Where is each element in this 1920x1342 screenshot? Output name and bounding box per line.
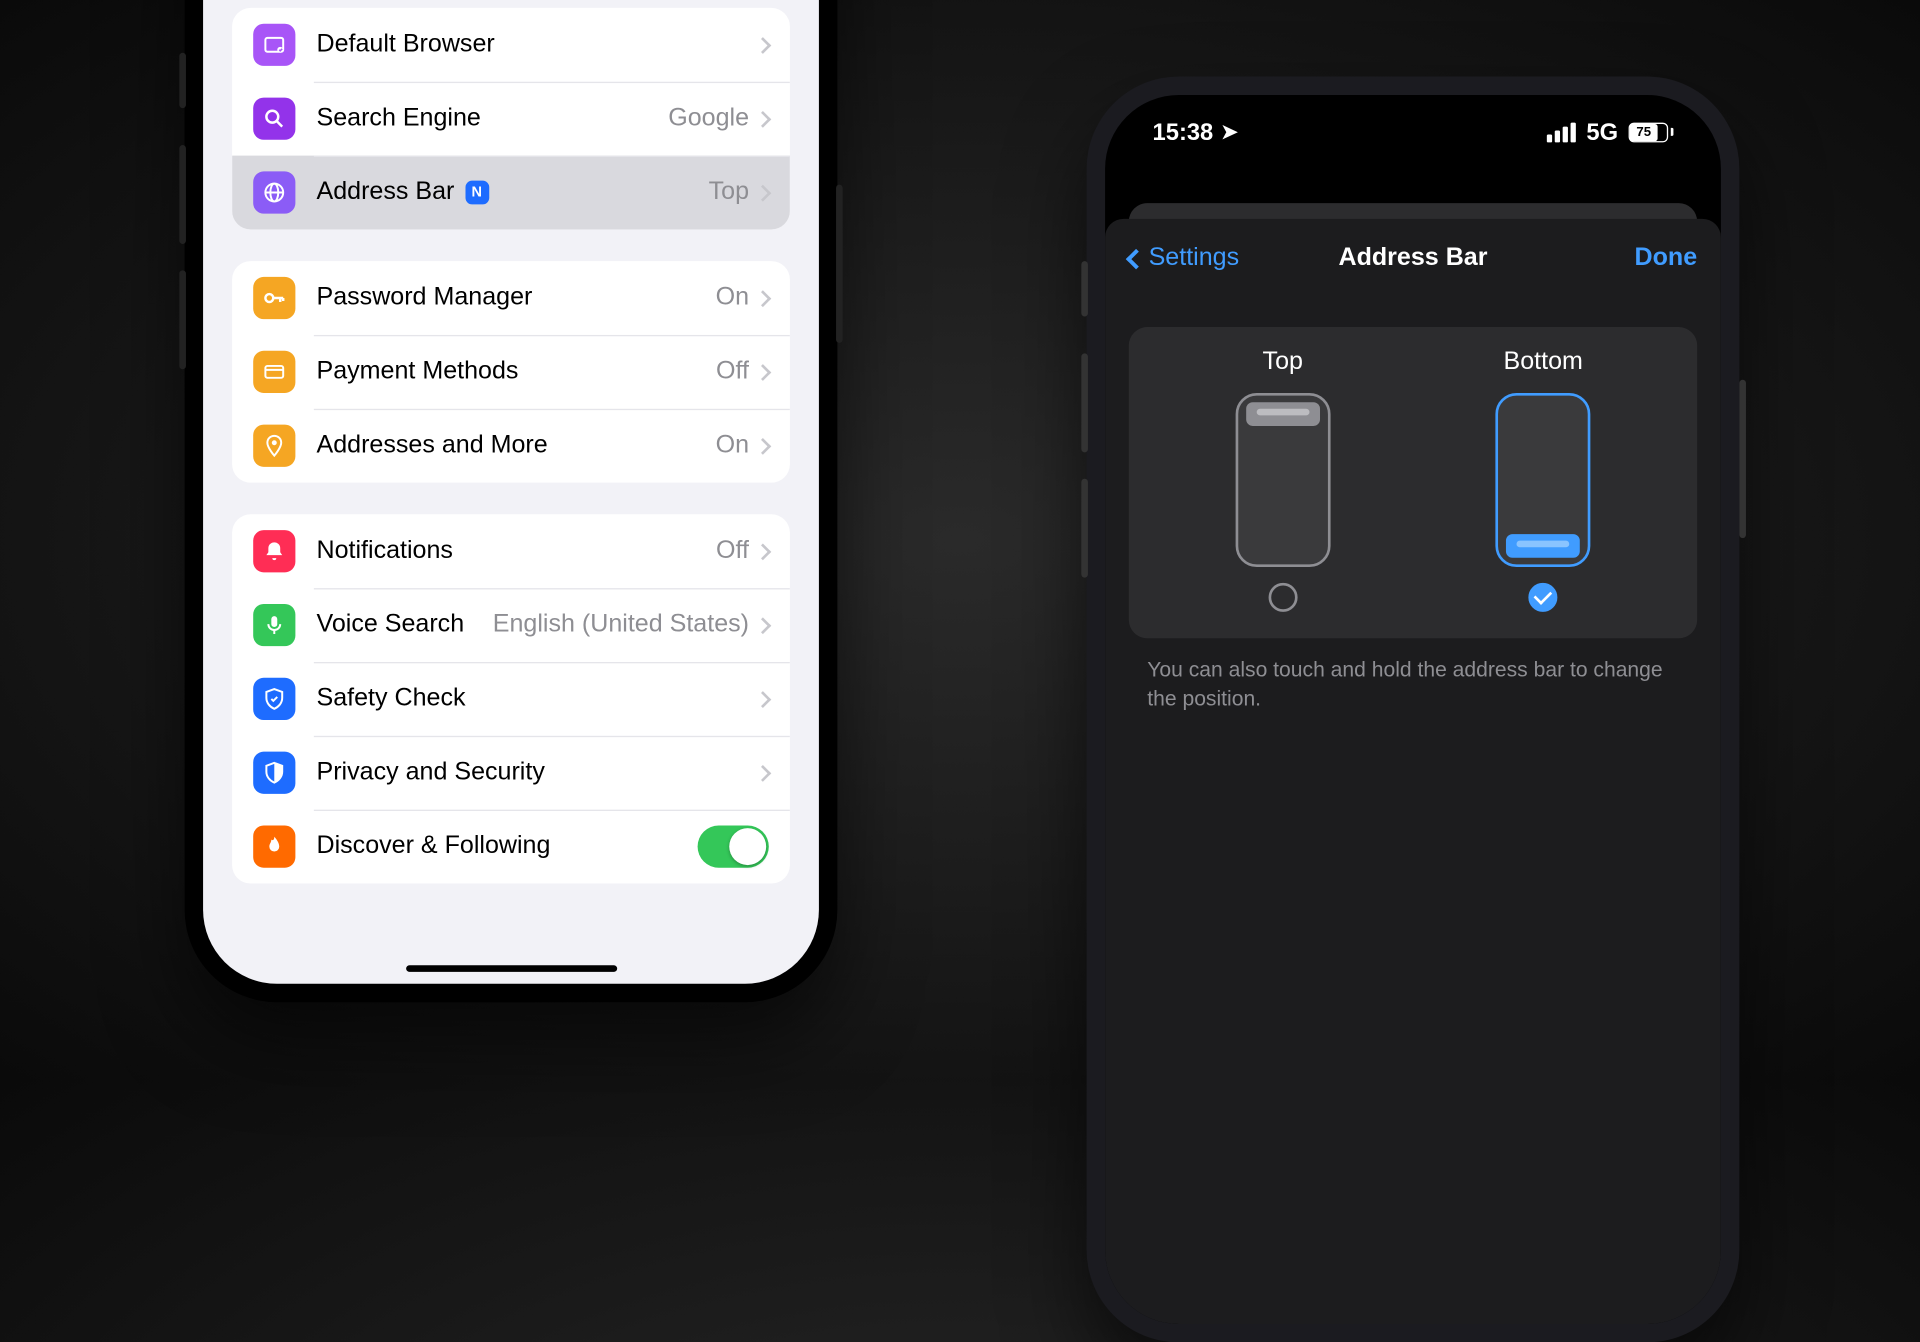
status-time: 15:38 [1153,118,1214,146]
new-badge: N [465,181,489,205]
row-addresses[interactable]: Addresses and More On [232,409,790,483]
row-label: Discover & Following [316,832,550,861]
chevron-right-icon [754,290,771,307]
row-notifications[interactable]: Notifications Off [232,514,790,588]
chevron-right-icon [754,617,771,634]
option-top[interactable]: Top [1235,348,1330,612]
hint-text: You can also touch and hold the address … [1147,657,1678,714]
row-value: English (United States) [493,611,749,640]
option-bottom[interactable]: Bottom [1496,348,1591,612]
search-icon [253,98,295,140]
radio-bottom[interactable] [1529,583,1558,612]
row-label: Addresses and More [316,431,547,460]
row-value: Google [668,104,749,133]
row-label: Voice Search [316,611,464,640]
position-options: Top Bottom [1129,327,1697,638]
radio-top[interactable] [1268,583,1297,612]
pin-icon [253,425,295,467]
row-value: Top [709,178,749,207]
row-value: On [716,431,749,460]
signal-icon [1547,122,1576,142]
shield-icon [253,752,295,794]
row-label: Safety Check [316,684,465,713]
address-bar-screen: 15:38 ➤ 5G 75 Settings [1105,95,1721,1324]
dynamic-island [1321,116,1506,166]
back-button[interactable]: Settings [1129,244,1239,273]
row-discover[interactable]: Discover & Following [232,810,790,884]
row-label: Payment Methods [316,357,518,386]
row-label: Search Engine [316,104,480,133]
key-icon [253,277,295,319]
preview-top [1235,393,1330,567]
settings-group: Password Manager On Payment Methods Off Addr… [232,261,790,483]
row-label: Address Bar [316,178,454,207]
chevron-right-icon [754,363,771,380]
row-default-browser[interactable]: Default Browser [232,8,790,82]
row-password-manager[interactable]: Password Manager On [232,261,790,335]
location-icon: ➤ [1221,120,1238,144]
chevron-right-icon [754,184,771,201]
globe-icon [253,171,295,213]
row-voice-search[interactable]: Voice Search English (United States) [232,588,790,662]
row-address-bar[interactable]: Address Bar N Top [232,156,790,230]
chevron-right-icon [754,110,771,127]
chevron-right-icon [754,437,771,454]
chevron-right-icon [754,543,771,560]
chevron-right-icon [754,691,771,708]
option-bottom-label: Bottom [1504,348,1583,377]
row-value: Off [716,537,749,566]
network-label: 5G [1586,118,1618,146]
row-payment-methods[interactable]: Payment Methods Off [232,335,790,409]
row-label: Notifications [316,537,452,566]
chevron-right-icon [754,36,771,53]
home-indicator[interactable] [406,965,617,972]
preview-bottom [1496,393,1591,567]
phone-right-frame: 15:38 ➤ 5G 75 Settings [1087,76,1740,1342]
shield-check-icon [253,678,295,720]
card-icon [253,351,295,393]
battery-icon: 75 [1629,122,1674,142]
chevron-left-icon [1126,248,1147,269]
row-safety-check[interactable]: Safety Check [232,662,790,736]
done-button[interactable]: Done [1635,244,1698,273]
row-privacy[interactable]: Privacy and Security [232,736,790,810]
row-value: Off [716,357,749,386]
phone-left-frame: SyncOnGoogle ServicesDefault BrowserSear… [185,0,838,1002]
settings-group: Default Browser Search Engine Google Addres… [232,8,790,230]
row-value: On [716,284,749,313]
toggle-switch[interactable] [698,826,769,868]
address-bar-sheet: Settings Address Bar Done Top Bottom [1105,219,1721,1324]
compass-icon [253,24,295,66]
bell-icon [253,530,295,572]
flame-icon [253,826,295,868]
back-label: Settings [1149,244,1240,273]
row-search-engine[interactable]: Search Engine Google [232,82,790,156]
settings-group: Notifications Off Voice Search English (Uni… [232,514,790,883]
nav-title: Address Bar [1338,244,1487,273]
row-label: Password Manager [316,284,532,313]
option-top-label: Top [1263,348,1303,377]
row-label: Privacy and Security [316,758,544,787]
row-label: Default Browser [316,30,494,59]
settings-screen: SyncOnGoogle ServicesDefault BrowserSear… [203,0,819,984]
mic-icon [253,604,295,646]
nav-bar: Settings Address Bar Done [1105,219,1721,293]
chevron-right-icon [754,764,771,781]
